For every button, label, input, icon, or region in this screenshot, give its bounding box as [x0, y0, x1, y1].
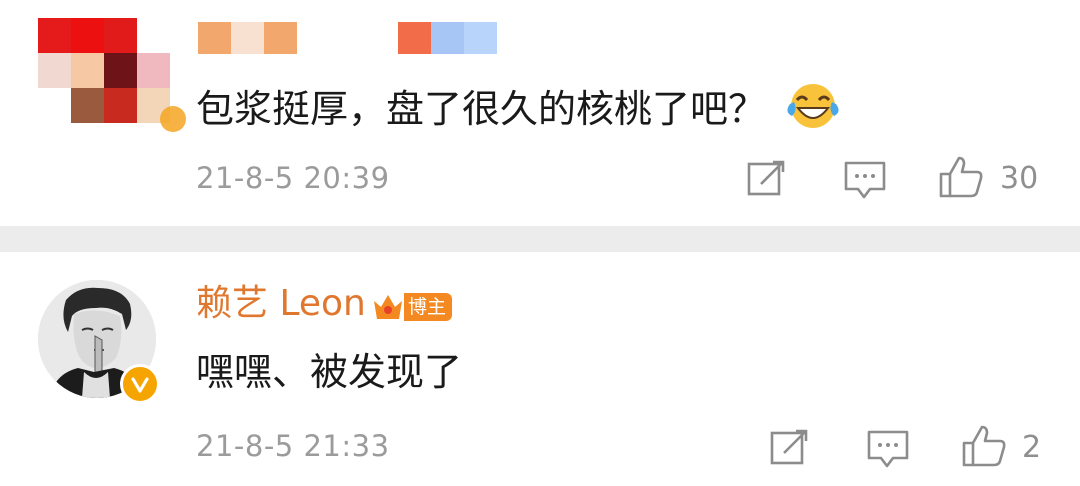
like-button[interactable] — [960, 423, 1008, 473]
username-pixelated[interactable] — [198, 22, 297, 54]
comment-icon — [867, 430, 909, 468]
share-button[interactable] — [745, 158, 789, 202]
share-icon — [747, 160, 785, 196]
like-count: 2 — [1022, 430, 1042, 465]
comment-text: 嘿嘿、被发现了 — [196, 350, 463, 394]
avatar-pixelated[interactable] — [38, 18, 186, 132]
reply-button[interactable] — [866, 429, 910, 473]
laugh-cry-icon — [786, 82, 840, 141]
reply-button[interactable] — [843, 160, 887, 204]
verified-icon — [120, 364, 160, 404]
verify-badge-icon — [160, 106, 186, 132]
like-button[interactable] — [937, 154, 985, 204]
blogger-badge-label: 博主 — [404, 293, 453, 321]
comment-text: 包浆挺厚，盘了很久的核桃了吧？ — [196, 82, 840, 141]
comment-item: 包浆挺厚，盘了很久的核桃了吧？ 21-8-5 20:39 30 — [0, 0, 1080, 226]
thumbs-up-icon — [962, 425, 1006, 467]
blogger-badge: 博主 — [372, 290, 453, 324]
comment-icon — [844, 161, 886, 199]
username-badge-pixelated — [398, 22, 497, 54]
crown-icon — [374, 295, 402, 319]
comment-item: 赖艺 Leon 博主 嘿嘿、被发现了 21-8-5 21:33 2 — [0, 252, 1080, 486]
comment-timestamp: 21-8-5 20:39 — [196, 161, 390, 195]
comment-separator — [0, 226, 1080, 252]
comment-timestamp: 21-8-5 21:33 — [196, 429, 390, 463]
share-button[interactable] — [768, 427, 812, 471]
thumbs-up-icon — [939, 156, 983, 198]
like-count: 30 — [1000, 161, 1039, 196]
share-icon — [770, 429, 808, 465]
author-name[interactable]: 赖艺 Leon — [196, 282, 366, 326]
comment-text-content: 包浆挺厚，盘了很久的核桃了吧？ — [196, 87, 767, 131]
